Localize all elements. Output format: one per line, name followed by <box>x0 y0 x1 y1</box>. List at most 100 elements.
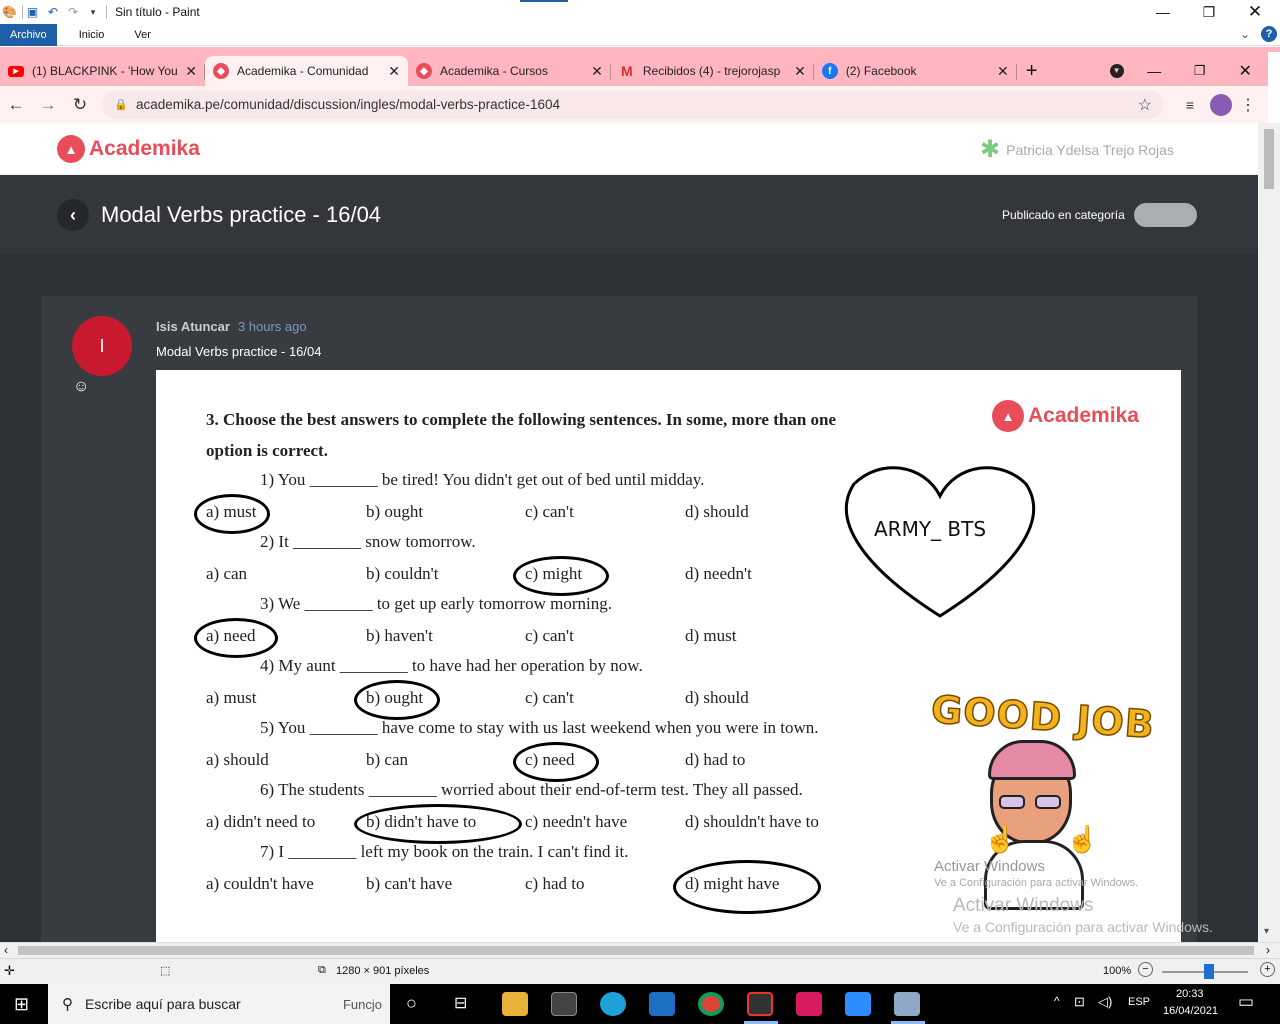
selection-size-icon: ⬚ <box>160 965 171 977</box>
tab-facebook[interactable]: f (2) Facebook ✕ <box>814 56 1017 86</box>
paint-taskbar-icon[interactable] <box>894 992 920 1016</box>
file-tab[interactable]: Archivo <box>0 23 57 46</box>
academika-logo[interactable]: ▲ Academika <box>57 135 200 163</box>
clock-time[interactable]: 20:33 <box>1176 988 1204 1000</box>
address-bar[interactable]: 🔒 academika.pe/comunidad/discussion/ingl… <box>102 90 1164 119</box>
thumbs-up-icon: ☝ <box>1066 825 1099 854</box>
scroll-left-icon[interactable]: ‹ <box>4 943 8 957</box>
scroll-thumb[interactable] <box>18 946 1254 955</box>
scroll-down-icon[interactable]: ▾ <box>1264 926 1269 937</box>
scroll-thumb[interactable] <box>1264 129 1274 189</box>
discussion-title-bar: ‹ Modal Verbs practice - 16/04 Publicado… <box>0 175 1258 254</box>
tab-academika-cursos[interactable]: ◆ Academika - Cursos ✕ <box>408 56 611 86</box>
question-sentence: 4) My aunt ________ to have had her oper… <box>260 656 643 675</box>
mail-icon[interactable] <box>649 992 675 1016</box>
answer-option: d) had to <box>685 750 746 769</box>
ribbon-tab-ver[interactable]: Ver <box>126 29 173 41</box>
minimize-icon[interactable]: — <box>1140 0 1186 24</box>
author-avatar[interactable]: I <box>72 316 132 376</box>
new-tab-button[interactable]: + <box>1017 56 1047 86</box>
file-explorer-icon[interactable] <box>502 992 528 1016</box>
chevron-up-icon[interactable]: ^ <box>1054 994 1060 1008</box>
answer-circle-mark <box>354 804 522 844</box>
profile-avatar[interactable] <box>1210 93 1232 116</box>
language-indicator[interactable]: ESP <box>1128 996 1150 1008</box>
volume-icon[interactable]: ◁) <box>1098 994 1112 1010</box>
facebook-icon: f <box>821 63 838 79</box>
browser-close-icon[interactable]: ✕ <box>1222 56 1268 86</box>
zoom-slider[interactable] <box>1162 964 1248 979</box>
forward-icon[interactable]: → <box>32 95 64 115</box>
answer-option: a) can <box>206 564 248 583</box>
browser-minimize-icon[interactable]: — <box>1131 56 1177 86</box>
task-view-icon[interactable]: ⊟ <box>454 993 467 1013</box>
cortana-icon[interactable]: ○ <box>406 993 417 1014</box>
menu-kebab-icon[interactable]: ⋮ <box>1232 95 1264 115</box>
author-name[interactable]: Isis Atuncar <box>156 319 230 334</box>
taskbar-search[interactable]: ⚲ Escribe aquí para buscar Funcjo <box>48 984 390 1024</box>
site-header: ▲ Academika ✱ Patricia Ydelsa Trejo Roja… <box>0 123 1258 175</box>
graduation-cap-icon: ▲ <box>992 400 1024 432</box>
vertical-scrollbar[interactable]: ▾ <box>1258 123 1280 942</box>
user-menu[interactable]: ✱ Patricia Ydelsa Trejo Rojas <box>980 135 1174 164</box>
edge-icon[interactable] <box>600 992 626 1016</box>
category-label: Publicado en categoría <box>1002 208 1125 222</box>
answer-circle-mark <box>513 556 609 596</box>
network-icon[interactable]: ⊡ <box>1074 994 1085 1010</box>
snipping-tool-icon[interactable] <box>747 992 773 1016</box>
answer-option: c) can't <box>525 688 574 707</box>
answer-option: a) must <box>206 688 257 707</box>
zoom-in-icon[interactable]: + <box>1260 962 1275 977</box>
paint-app-icon: 🎨 <box>2 5 17 19</box>
answer-circle-mark <box>194 494 270 534</box>
back-icon[interactable]: ← <box>0 95 32 115</box>
browser-restore-icon[interactable]: ❐ <box>1177 56 1223 86</box>
paint-title-bar: 🎨 ▣ ↶ ↷ ▾ Sin título - Paint — ❐ ✕ <box>0 0 1280 24</box>
media-control-icon[interactable]: ≡ <box>1174 97 1206 113</box>
ribbon-tab-inicio[interactable]: Inicio <box>57 29 127 41</box>
help-icon[interactable]: ? <box>1261 26 1277 42</box>
tab-close-icon[interactable]: ✕ <box>591 63 603 80</box>
customize-qat-icon[interactable]: ▾ <box>86 5 100 19</box>
worksheet-watermark-2: Ve a Configuración para activar Windows. <box>934 877 1139 889</box>
tab-close-icon[interactable]: ✕ <box>185 63 197 80</box>
save-icon[interactable]: ▣ <box>22 5 40 19</box>
tab-close-icon[interactable]: ✕ <box>794 63 806 80</box>
zoom-out-icon[interactable]: − <box>1138 962 1153 977</box>
question-sentence: 3) We ________ to get up early tomorrow … <box>260 594 612 613</box>
clock-date[interactable]: 16/04/2021 <box>1163 1005 1218 1017</box>
zoom-app-icon[interactable] <box>845 992 871 1016</box>
horizontal-scrollbar[interactable]: ‹ › <box>0 942 1280 958</box>
academika-icon: ◆ <box>213 63 229 79</box>
close-icon[interactable]: ✕ <box>1232 0 1278 24</box>
chevron-down-icon: ▼ <box>1109 64 1124 78</box>
zoom-slider-thumb[interactable] <box>1204 964 1214 979</box>
start-windows-icon[interactable]: ⊞ <box>14 994 29 1015</box>
store-icon[interactable] <box>551 992 577 1016</box>
scroll-right-icon[interactable]: › <box>1266 943 1270 957</box>
maximize-icon[interactable]: ❐ <box>1186 0 1232 24</box>
redo-icon[interactable]: ↷ <box>66 5 80 19</box>
tab-search-button[interactable]: ▼ <box>1102 56 1132 86</box>
category-badge[interactable] <box>1134 203 1197 227</box>
tab-academika-comunidad[interactable]: ◆ Academika - Comunidad ✕ <box>205 56 408 86</box>
answer-option: d) must <box>685 626 737 645</box>
back-chevron-icon[interactable]: ‹ <box>57 199 89 231</box>
logo-text: Academika <box>89 137 200 160</box>
photos-icon[interactable] <box>796 992 822 1016</box>
background-text: Funcjo <box>342 996 382 1012</box>
question-sentence: 2) It ________ snow tomorrow. <box>260 532 476 551</box>
tab-close-icon[interactable]: ✕ <box>388 63 400 80</box>
collapse-ribbon-icon[interactable]: ⌄ <box>1240 27 1250 41</box>
bookmark-star-icon[interactable]: ☆ <box>1138 95 1152 115</box>
undo-icon[interactable]: ↶ <box>46 5 60 19</box>
worksheet-image: 3. Choose the best answers to complete t… <box>156 370 1181 942</box>
tab-gmail[interactable]: M Recibidos (4) - trejorojasp ✕ <box>611 56 814 86</box>
tab-blackpink[interactable]: ▶ (1) BLACKPINK - 'How You ✕ <box>0 56 205 86</box>
tab-close-icon[interactable]: ✕ <box>997 63 1009 80</box>
lock-icon[interactable]: 🔒 <box>114 98 128 111</box>
page-title: Modal Verbs practice - 16/04 <box>101 202 382 227</box>
chrome-icon[interactable] <box>698 992 724 1016</box>
reload-icon[interactable]: ↻ <box>64 95 96 115</box>
notification-icon[interactable]: ▭ <box>1238 992 1254 1012</box>
